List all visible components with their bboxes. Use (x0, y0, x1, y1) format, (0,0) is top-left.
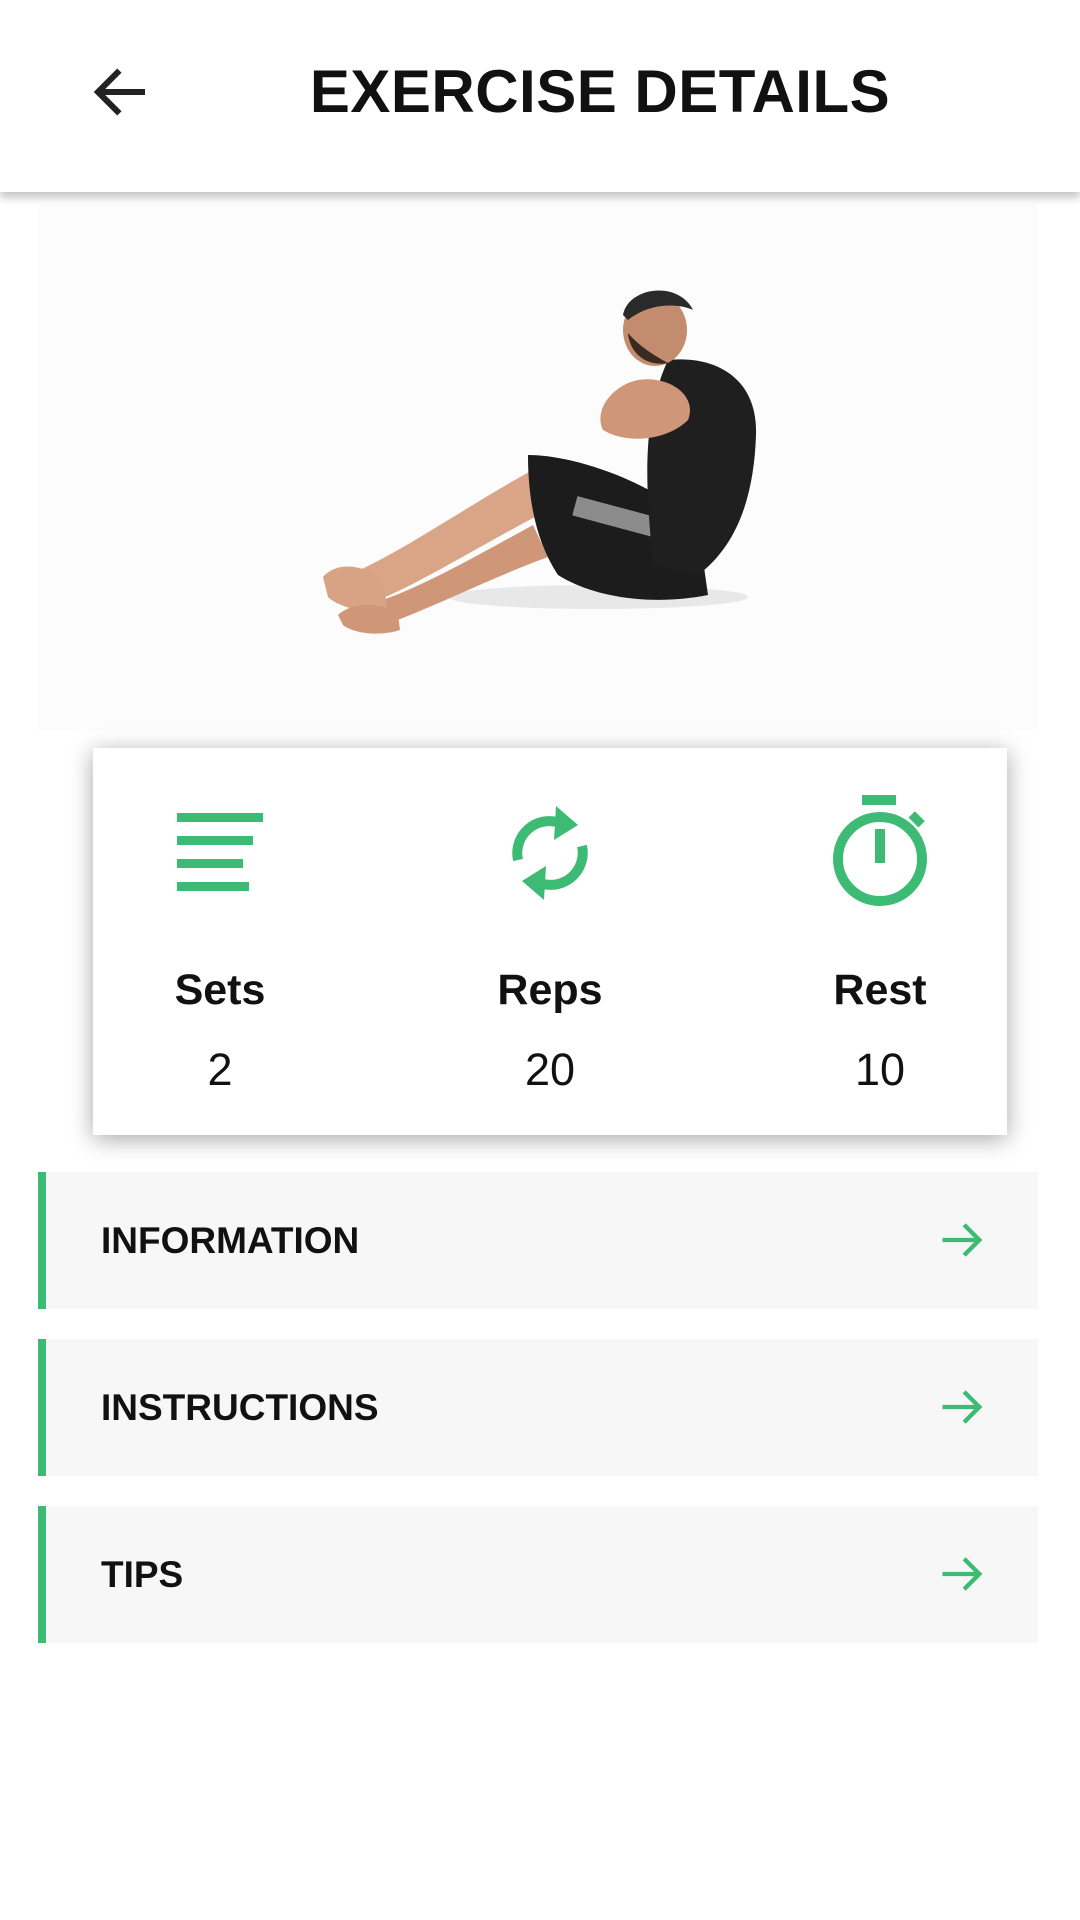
repeat-cycle-icon (500, 793, 600, 913)
stat-value: 20 (524, 1044, 576, 1095)
stats-card: Sets 2 Reps 20 Rest 10 (93, 748, 1007, 1135)
stat-label: Sets (174, 966, 266, 1014)
back-button[interactable] (80, 52, 160, 132)
section-row-instructions[interactable]: INSTRUCTIONS (38, 1339, 1038, 1476)
section-label: INSTRUCTIONS (101, 1387, 379, 1428)
exercise-image (38, 205, 1038, 730)
stat-value: 10 (854, 1044, 906, 1095)
section-label: INFORMATION (101, 1220, 360, 1261)
stat-value: 2 (207, 1044, 233, 1095)
app-header: EXERCISE DETAILS (0, 0, 1080, 192)
section-row-information[interactable]: INFORMATION (38, 1172, 1038, 1309)
list-lines-icon (170, 793, 270, 913)
section-row-tips[interactable]: TIPS (38, 1506, 1038, 1643)
page-title: EXERCISE DETAILS (309, 58, 891, 125)
arrow-right-icon (942, 1223, 983, 1257)
stat-reps: Reps 20 (450, 748, 650, 1135)
section-label: TIPS (101, 1554, 184, 1595)
arrow-left-icon (93, 68, 146, 116)
stat-label: Reps (497, 966, 603, 1014)
arrow-right-icon (942, 1557, 983, 1591)
stat-rest: Rest 10 (780, 748, 980, 1135)
stopwatch-icon (830, 793, 930, 913)
stat-sets: Sets 2 (120, 748, 320, 1135)
stat-label: Rest (833, 966, 927, 1014)
arrow-right-icon (942, 1390, 983, 1424)
